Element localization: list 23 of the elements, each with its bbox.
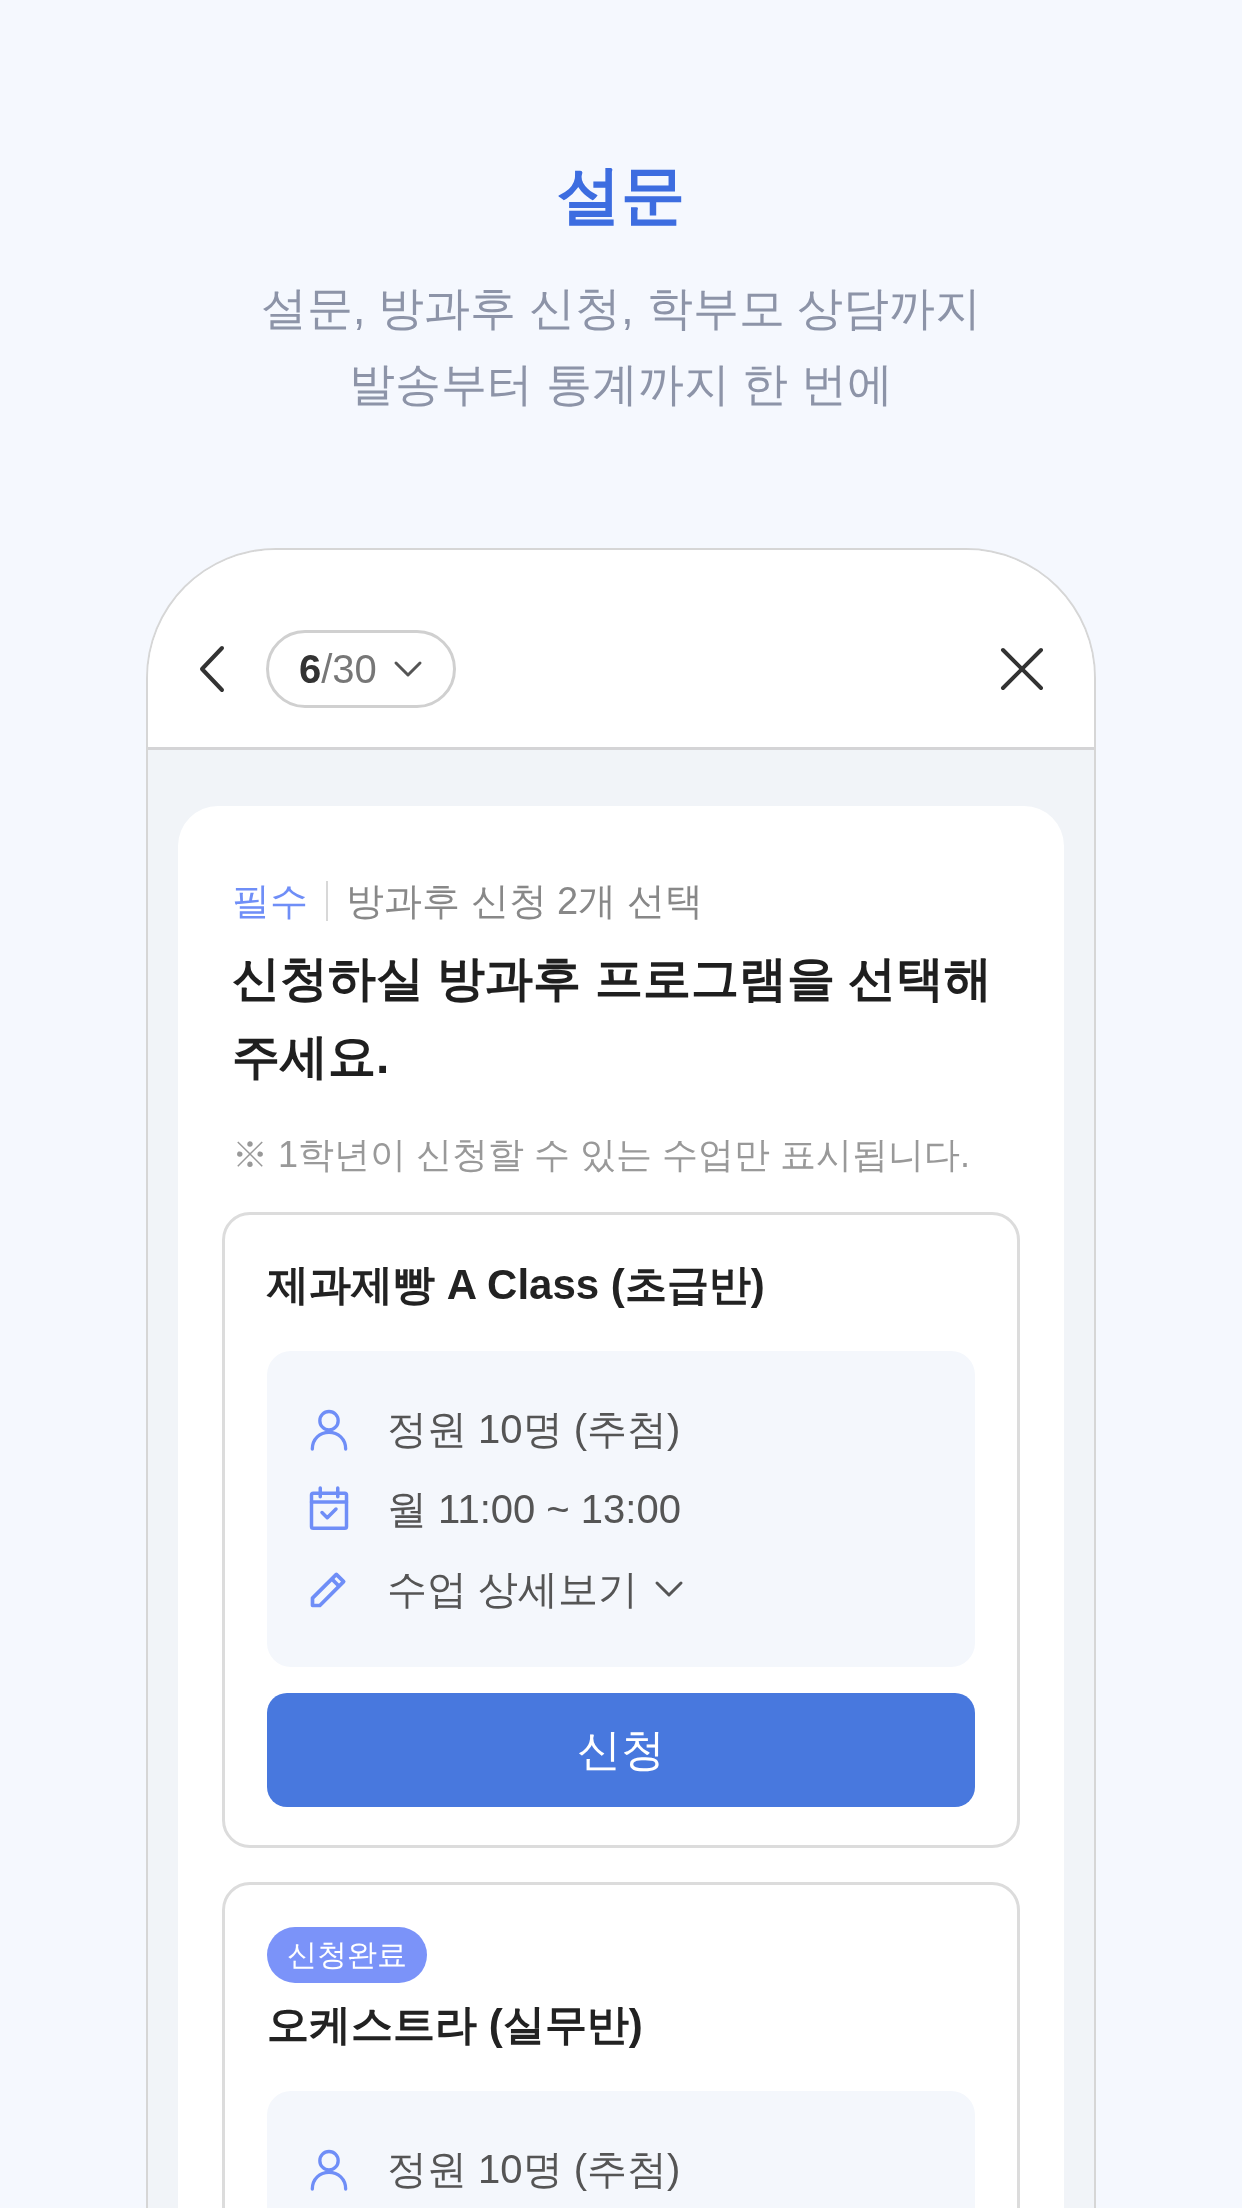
schedule-text: 월 11:00 ~ 13:00 — [387, 1486, 681, 1533]
option-title: 제과제빵 A Class (초급반) — [267, 1260, 766, 1310]
question-category: 방과후 신청 2개 선택 — [346, 879, 703, 924]
apply-button[interactable]: 신청 — [267, 1693, 975, 1807]
applied-badge: 신청완료 — [267, 1927, 427, 1983]
question-note: ※ 1학년이 신청할 수 있는 수업만 표시됩니다. — [232, 1133, 972, 1177]
capacity-text: 정원 10명 (추첨) — [387, 2146, 681, 2193]
hero-subtitle: 발송부터 통계까지 한 번에 — [348, 357, 894, 412]
person-icon — [309, 1407, 349, 1451]
capacity-text: 정원 10명 (추첨) — [387, 1406, 681, 1453]
question-title: 신청하실 방과후 프로그램을 선택해 주세요. — [232, 951, 993, 1085]
hero-subtitle: 설문, 방과후 신청, 학부모 상담까지 — [260, 281, 982, 336]
page-selector[interactable]: 6/30 — [266, 629, 456, 708]
calendar-check-icon — [308, 1486, 350, 1532]
chevron-down-icon — [654, 1580, 685, 1598]
person-icon — [309, 2147, 349, 2191]
option-title: 오케스트라 (실무반) — [267, 2000, 644, 2050]
details-toggle[interactable]: 수업 상세보기 — [387, 1559, 685, 1619]
back-icon[interactable] — [198, 644, 226, 693]
hero-title: 설문 — [557, 158, 685, 233]
chevron-down-icon — [392, 659, 423, 678]
required-label: 필수 — [232, 879, 308, 924]
close-icon[interactable] — [1000, 646, 1044, 691]
